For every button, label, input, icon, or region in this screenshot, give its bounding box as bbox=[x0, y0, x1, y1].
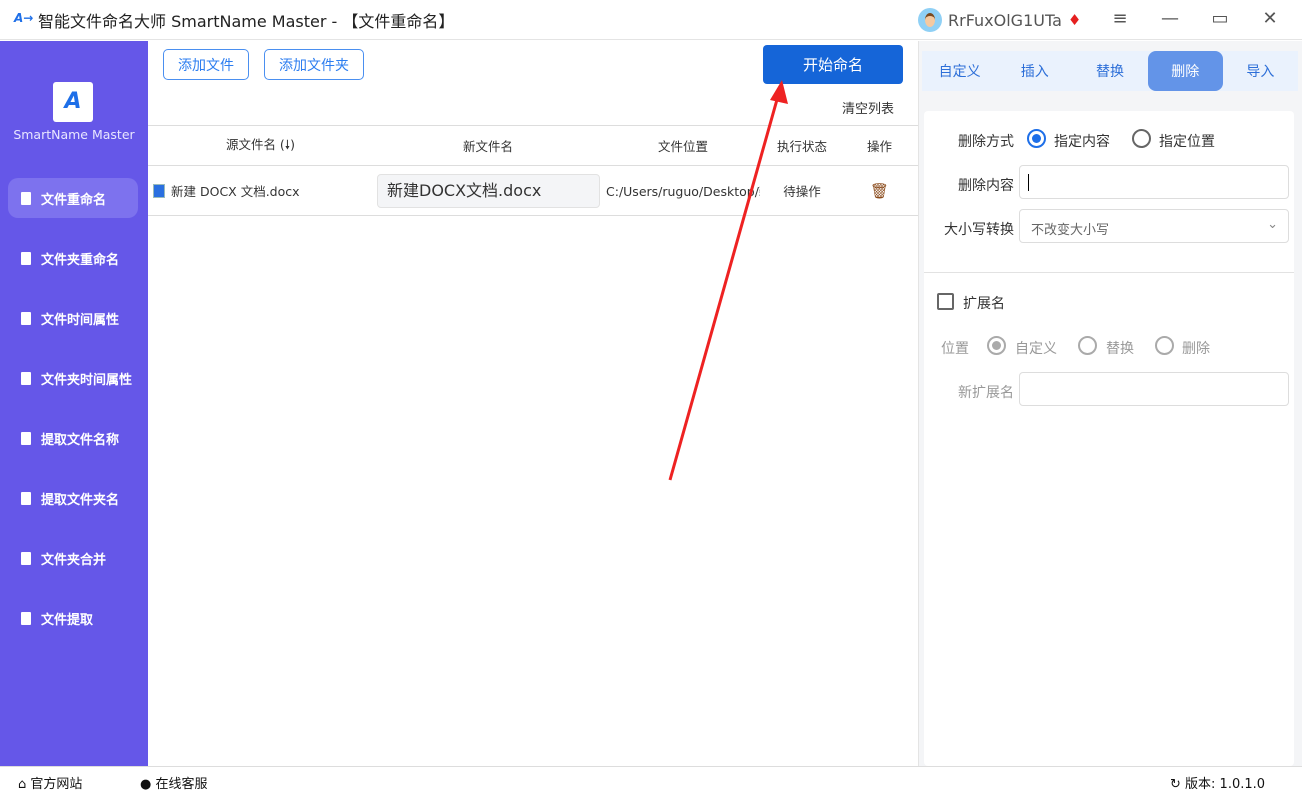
username: RrFuxOlG1UTa bbox=[948, 10, 1062, 30]
logo-icon: A bbox=[53, 82, 93, 122]
avatar bbox=[918, 8, 942, 32]
start-rename-button[interactable]: 开始命名 bbox=[763, 45, 903, 84]
minimize-button[interactable]: — bbox=[1158, 8, 1182, 29]
radio-specified-position[interactable] bbox=[1132, 129, 1151, 148]
file-icon bbox=[21, 191, 31, 205]
vip-diamond-icon[interactable]: ♦ bbox=[1068, 11, 1081, 29]
delete-content-input[interactable] bbox=[1019, 165, 1289, 199]
delete-mode-label: 删除方式 bbox=[958, 134, 1014, 150]
sidebar-item-folder-rename[interactable]: 文件夹重命名 bbox=[8, 238, 138, 278]
new-ext-label: 新扩展名 bbox=[958, 385, 1014, 401]
version-info[interactable]: ↻ 版本: 1.0.1.0 bbox=[1170, 773, 1265, 792]
radio-ext-custom[interactable] bbox=[987, 336, 1006, 355]
tab-import[interactable]: 导入 bbox=[1223, 51, 1298, 91]
add-folder-button[interactable]: 添加文件夹 bbox=[264, 49, 364, 80]
main-area: 添加文件 添加文件夹 开始命名 清空列表 源文件名 (🠗) 新文件名 文件位置 … bbox=[148, 41, 918, 766]
extension-checkbox[interactable] bbox=[937, 293, 954, 310]
radio-label: 替换 bbox=[1106, 341, 1134, 357]
tab-custom[interactable]: 自定义 bbox=[922, 51, 997, 91]
file-icon bbox=[21, 431, 31, 445]
website-link[interactable]: ⌂ 官方网站 bbox=[18, 773, 82, 792]
source-cell: 新建 DOCX 文档.docx bbox=[153, 166, 300, 215]
support-link[interactable]: ● 在线客服 bbox=[140, 773, 208, 792]
trash-icon[interactable]: 🗑 bbox=[841, 166, 918, 215]
extension-label: 扩展名 bbox=[963, 296, 1005, 312]
clear-list-button[interactable]: 清空列表 bbox=[842, 98, 894, 117]
radio-ext-delete[interactable] bbox=[1155, 336, 1174, 355]
column-action: 操作 bbox=[866, 139, 892, 154]
column-new-name: 新文件名 bbox=[462, 139, 513, 154]
file-icon bbox=[21, 371, 31, 385]
sidebar: A SmartName Master 文件重命名 文件夹重命名 文件时间属性 文… bbox=[0, 41, 148, 766]
file-icon bbox=[21, 551, 31, 565]
chevron-down-icon: ⌄ bbox=[1267, 217, 1278, 232]
delete-content-label: 删除内容 bbox=[958, 178, 1014, 194]
sidebar-item-label: 文件夹重命名 bbox=[41, 252, 120, 268]
settings-panel: 自定义 插入 替换 删除 导入 删除方式 指定内容 指定位置 删除内容 大小写转… bbox=[918, 41, 1302, 766]
sidebar-item-label: 提取文件名称 bbox=[41, 432, 120, 448]
position-label: 位置 bbox=[941, 341, 969, 357]
tab-bar: 自定义 插入 替换 删除 导入 bbox=[922, 51, 1298, 91]
radio-label: 删除 bbox=[1182, 341, 1210, 357]
column-location: 文件位置 bbox=[657, 139, 708, 154]
website-label: 官方网站 bbox=[30, 777, 83, 792]
tab-delete[interactable]: 删除 bbox=[1147, 51, 1223, 91]
table-header: 源文件名 (🠗) 新文件名 文件位置 执行状态 操作 bbox=[148, 125, 918, 166]
file-icon bbox=[21, 491, 31, 505]
tab-insert[interactable]: 插入 bbox=[997, 51, 1072, 91]
footer: ⌂ 官方网站 ● 在线客服 ↻ 版本: 1.0.1.0 bbox=[0, 766, 1302, 792]
radio-specified-content[interactable] bbox=[1027, 129, 1046, 148]
file-icon bbox=[21, 311, 31, 325]
sidebar-item-extract-foldername[interactable]: 提取文件夹名 bbox=[8, 478, 138, 518]
sidebar-item-file-time[interactable]: 文件时间属性 bbox=[8, 298, 138, 338]
sidebar-item-label: 文件提取 bbox=[41, 612, 94, 628]
window-title: 智能文件命名大师 SmartName Master - 【文件重命名】 bbox=[38, 11, 455, 31]
case-value: 不改变大小写 bbox=[1031, 223, 1110, 238]
maximize-button[interactable]: ▭ bbox=[1208, 8, 1232, 29]
sidebar-item-folder-merge[interactable]: 文件夹合并 bbox=[8, 538, 138, 578]
file-icon bbox=[21, 611, 31, 625]
text-cursor bbox=[1028, 174, 1029, 191]
close-button[interactable]: ✕ bbox=[1258, 8, 1282, 29]
case-label: 大小写转换 bbox=[944, 222, 1014, 238]
support-label: 在线客服 bbox=[155, 777, 208, 792]
radio-ext-replace[interactable] bbox=[1078, 336, 1097, 355]
case-select[interactable]: 不改变大小写 ⌄ bbox=[1019, 209, 1289, 243]
sidebar-item-file-rename[interactable]: 文件重命名 bbox=[8, 178, 138, 218]
column-status: 执行状态 bbox=[776, 139, 827, 154]
logo-text: SmartName Master bbox=[13, 127, 135, 142]
file-location: C:/Users/ruguo/Desktop/新 bbox=[606, 184, 760, 199]
sidebar-item-label: 文件夹时间属性 bbox=[41, 372, 133, 388]
radio-label: 指定内容 bbox=[1054, 134, 1110, 150]
app-icon: A→ bbox=[14, 10, 34, 25]
table-row[interactable]: 新建 DOCX 文档.docx 新建DOCX文档.docx C:/Users/r… bbox=[148, 166, 918, 216]
new-extension-input[interactable] bbox=[1019, 372, 1289, 406]
status-cell: 待操作 bbox=[783, 184, 821, 199]
column-source-name[interactable]: 源文件名 (🠗) bbox=[148, 126, 373, 165]
radio-label: 自定义 bbox=[1015, 341, 1057, 357]
sidebar-item-folder-time[interactable]: 文件夹时间属性 bbox=[8, 358, 138, 398]
tab-replace[interactable]: 替换 bbox=[1072, 51, 1147, 91]
radio-label: 指定位置 bbox=[1159, 134, 1215, 150]
menu-icon[interactable]: ≡ bbox=[1108, 8, 1132, 29]
sidebar-item-label: 文件时间属性 bbox=[41, 312, 120, 328]
title-bar: A→ 智能文件命名大师 SmartName Master - 【文件重命名】 R… bbox=[0, 0, 1302, 40]
delete-options: 删除方式 指定内容 指定位置 删除内容 大小写转换 不改变大小写 ⌄ 扩展名 位置… bbox=[924, 111, 1294, 766]
version-label: 版本: 1.0.1.0 bbox=[1185, 777, 1266, 792]
sidebar-item-label: 文件夹合并 bbox=[41, 552, 107, 568]
sidebar-item-file-extract[interactable]: 文件提取 bbox=[8, 598, 138, 638]
source-filename: 新建 DOCX 文档.docx bbox=[171, 184, 300, 199]
user-account[interactable]: RrFuxOlG1UTa ♦ bbox=[918, 8, 1081, 32]
new-filename-input[interactable]: 新建DOCX文档.docx bbox=[377, 174, 600, 208]
sidebar-item-label: 文件重命名 bbox=[41, 192, 107, 208]
divider bbox=[924, 272, 1294, 273]
docx-file-icon bbox=[153, 183, 165, 198]
sidebar-item-extract-filename[interactable]: 提取文件名称 bbox=[8, 418, 138, 458]
file-icon bbox=[21, 251, 31, 265]
sidebar-item-label: 提取文件夹名 bbox=[41, 492, 120, 508]
add-file-button[interactable]: 添加文件 bbox=[163, 49, 249, 80]
